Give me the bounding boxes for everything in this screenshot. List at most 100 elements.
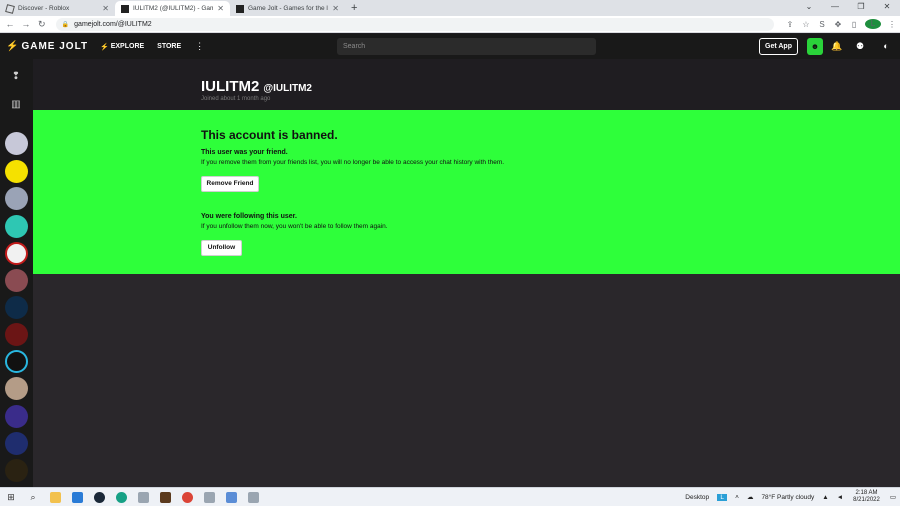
- star-icon[interactable]: ☆: [798, 20, 814, 29]
- chevron-up-icon[interactable]: ˄: [735, 494, 739, 501]
- reload-icon[interactable]: ↻: [36, 19, 48, 30]
- windows-start-icon[interactable]: ⊞: [0, 488, 22, 506]
- app-icon[interactable]: [132, 488, 154, 506]
- wifi-icon[interactable]: ▲: [822, 494, 828, 501]
- roblox-icon: [5, 3, 15, 14]
- new-tab-button[interactable]: +: [345, 1, 363, 16]
- store-label: STORE: [157, 43, 182, 50]
- friends-icon[interactable]: ⚉: [852, 38, 868, 55]
- user-menu-icon[interactable]: ◐: [878, 38, 894, 55]
- chrome-icon[interactable]: [176, 488, 198, 506]
- explore-label: EXPLORE: [110, 43, 145, 50]
- lock-icon[interactable]: 🔒: [62, 21, 69, 28]
- community-avatar[interactable]: [5, 160, 28, 183]
- desktop-toolbar[interactable]: Desktop: [685, 494, 709, 501]
- bolt-icon: ⚡: [100, 43, 109, 51]
- extension-s-icon[interactable]: S: [814, 20, 830, 29]
- left-sidebar: ❢ ▥: [0, 59, 33, 487]
- banned-title: This account is banned.: [201, 128, 338, 142]
- extension-icons: ⇪ ☆ S ✥ ▯ L ⋮: [782, 19, 900, 29]
- community-avatar[interactable]: [5, 187, 28, 210]
- community-avatar[interactable]: [5, 405, 28, 428]
- friend-text: If you remove them from your friends lis…: [201, 159, 505, 166]
- file-explorer-icon[interactable]: [44, 488, 66, 506]
- community-avatar[interactable]: [5, 459, 28, 482]
- community-avatar[interactable]: [5, 242, 28, 265]
- puzzle-icon[interactable]: ✥: [830, 20, 846, 29]
- community-avatar[interactable]: [5, 296, 28, 319]
- community-avatar[interactable]: [5, 432, 28, 455]
- back-icon[interactable]: ←: [4, 19, 16, 29]
- tab-title: IULITM2 (@IULITM2) - Game Jolt: [133, 5, 214, 12]
- app-icon[interactable]: [198, 488, 220, 506]
- community-avatar[interactable]: [5, 269, 28, 292]
- store-link[interactable]: STORE: [157, 43, 181, 50]
- clock-date: 8/21/2022: [853, 497, 880, 503]
- share-icon[interactable]: ⇪: [782, 20, 798, 29]
- more-menu-icon[interactable]: ⋮: [195, 41, 204, 52]
- tab-gamejolt-home[interactable]: Game Jolt - Games for the love of ✕: [230, 1, 345, 16]
- profile-header: IULITM2 @IULITM2 Joined about 1 month ago: [33, 59, 900, 110]
- gamejolt-logo[interactable]: ⚡ GAME JOLT: [6, 41, 92, 52]
- get-app-button[interactable]: Get App: [759, 38, 798, 55]
- restore-icon[interactable]: ❐: [848, 0, 874, 14]
- community-avatar[interactable]: [5, 323, 28, 346]
- notepad-icon[interactable]: [220, 488, 242, 506]
- profile-avatar[interactable]: L: [865, 19, 882, 29]
- unfollow-button[interactable]: Unfollow: [201, 240, 242, 256]
- tab-gamejolt-profile[interactable]: IULITM2 (@IULITM2) - Game Jolt ✕: [115, 1, 230, 16]
- library-icon[interactable]: ▥: [9, 98, 23, 112]
- system-tray: Desktop L ˄ ☁ 78°F Partly cloudy ▲ ◄ 2:1…: [681, 488, 900, 506]
- chevron-down-icon[interactable]: ⌄: [796, 0, 822, 14]
- community-avatar[interactable]: [5, 350, 28, 373]
- follow-text: If you unfollow them now, you won't be a…: [201, 223, 388, 230]
- browser-tab-strip: Discover - Roblox ✕ IULITM2 (@IULITM2) -…: [0, 0, 900, 16]
- url-input[interactable]: 🔒 gamejolt.com/@IULITM2: [55, 17, 775, 31]
- mail-icon[interactable]: [66, 488, 88, 506]
- user-handle: @IULITM2: [263, 83, 312, 94]
- screen: Discover - Roblox ✕ IULITM2 (@IULITM2) -…: [0, 0, 900, 506]
- search-input[interactable]: Search: [337, 38, 596, 55]
- tab-roblox[interactable]: Discover - Roblox ✕: [0, 1, 115, 16]
- follow-heading: You were following this user.: [201, 213, 297, 220]
- clock[interactable]: 2:18 AM 8/21/2022: [853, 490, 880, 504]
- minecraft-icon[interactable]: [154, 488, 176, 506]
- notifications-bell-icon[interactable]: 🔔: [829, 38, 845, 55]
- close-window-icon[interactable]: ✕: [874, 0, 900, 14]
- search-icon[interactable]: ⌕: [22, 488, 44, 506]
- close-icon[interactable]: ✕: [332, 4, 339, 13]
- window-controls: ⌄ — ❐ ✕: [796, 0, 900, 14]
- edge-icon[interactable]: [110, 488, 132, 506]
- address-bar-row: ← → ↻ 🔒 gamejolt.com/@IULITM2 ⇪ ☆ S ✥ ▯ …: [0, 16, 900, 33]
- remove-friend-button[interactable]: Remove Friend: [201, 176, 259, 192]
- close-icon[interactable]: ✕: [102, 4, 109, 13]
- clock-time: 2:18 AM: [855, 490, 878, 496]
- weather-text[interactable]: 78°F Partly cloudy: [761, 494, 814, 501]
- tab-title: Discover - Roblox: [18, 5, 70, 12]
- volume-icon[interactable]: ◄: [837, 494, 843, 501]
- gamejolt-navbar: ⚡ GAME JOLT ⚡ EXPLORE STORE ⋮ Search Get …: [0, 34, 900, 59]
- chat-icon[interactable]: ❢: [9, 70, 23, 84]
- community-avatar[interactable]: [5, 215, 28, 238]
- weather-cloud-icon: ☁: [746, 494, 754, 501]
- explore-link[interactable]: ⚡ EXPLORE: [100, 43, 144, 51]
- windows-taskbar: ⊞ ⌕ Desktop L ˄ ☁ 78°F Partly cloudy ▲ ◄…: [0, 487, 900, 506]
- sidebar-icon[interactable]: ▯: [846, 20, 862, 29]
- minimize-icon[interactable]: —: [822, 0, 848, 14]
- notification-icon[interactable]: ▭: [890, 493, 896, 501]
- gamejolt-icon: [121, 4, 129, 13]
- url-text: gamejolt.com/@IULITM2: [74, 20, 152, 28]
- friend-heading: This user was your friend.: [201, 149, 288, 156]
- steam-icon[interactable]: [88, 488, 110, 506]
- app-icon[interactable]: [242, 488, 264, 506]
- app-tray-icon[interactable]: L: [717, 493, 728, 501]
- community-avatar[interactable]: [5, 377, 28, 400]
- gamejolt-icon: [236, 4, 244, 13]
- bolt-icon: ⚡: [6, 41, 20, 52]
- display-name: IULITM2: [201, 78, 260, 95]
- menu-icon[interactable]: ⋮: [884, 20, 900, 29]
- community-avatar[interactable]: [5, 132, 28, 155]
- forward-icon[interactable]: →: [20, 19, 32, 29]
- close-icon[interactable]: ✕: [217, 4, 224, 13]
- jolticon-quests-icon[interactable]: ☻: [807, 38, 823, 55]
